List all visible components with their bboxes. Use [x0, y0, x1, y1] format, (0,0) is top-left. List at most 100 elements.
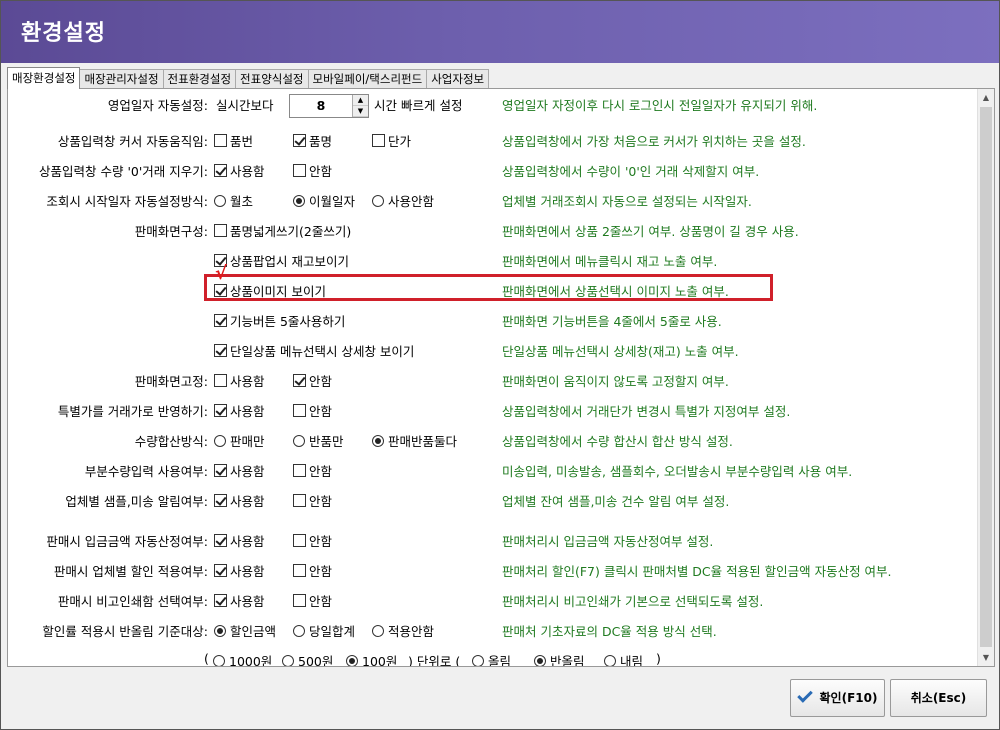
option-detail-window[interactable]: 단일상품 메뉴선택시 상세창 보이기 — [214, 341, 414, 360]
scroll-up-icon[interactable]: ▲ — [978, 89, 994, 106]
scroll-thumb[interactable] — [980, 107, 992, 647]
radio[interactable] — [214, 194, 226, 207]
checkbox[interactable] — [214, 164, 227, 177]
radio[interactable] — [293, 194, 305, 207]
radio-daily-total[interactable]: 당일합계 — [293, 621, 355, 640]
option-use[interactable]: 사용함 — [214, 161, 265, 180]
radio-discount-amount[interactable]: 할인금액 — [214, 621, 276, 640]
radio[interactable] — [534, 654, 546, 666]
row-remark-print: 판매시 비고인쇄함 선택여부: 사용함 안함 판매처리시 비고인쇄가 기본으로 … — [8, 589, 978, 609]
radio[interactable] — [293, 624, 305, 637]
vertical-scrollbar[interactable]: ▲ ▼ — [977, 89, 994, 666]
hours-stepper[interactable]: 8 ▲ ▼ — [289, 94, 369, 118]
checkbox[interactable] — [293, 594, 306, 607]
option-no-use[interactable]: 안함 — [293, 531, 332, 550]
radio[interactable] — [214, 434, 226, 447]
checkbox[interactable] — [293, 564, 306, 577]
tab-mobile-pay[interactable]: 모바일페이/택스리펀드 — [307, 69, 428, 89]
confirm-button[interactable]: 확인(F10) — [790, 679, 885, 717]
checkbox[interactable] — [293, 494, 306, 507]
checkbox[interactable] — [214, 224, 227, 237]
option-use[interactable]: 사용함 — [214, 491, 265, 510]
cancel-button[interactable]: 취소(Esc) — [890, 679, 987, 717]
checkbox[interactable] — [214, 494, 227, 507]
checkbox[interactable] — [293, 134, 306, 147]
spin-up-icon[interactable]: ▲ — [353, 95, 368, 106]
option-label: 100원 — [362, 654, 398, 667]
option-unit-price[interactable]: 단가 — [372, 131, 411, 150]
radio-round-down[interactable]: 내림 — [604, 651, 643, 666]
option-no-use[interactable]: 안함 — [293, 491, 332, 510]
radio-round-half[interactable]: 반올림 — [534, 651, 585, 666]
option-use[interactable]: 사용함 — [214, 531, 265, 550]
checkbox[interactable] — [293, 464, 306, 477]
radio-round-up[interactable]: 올림 — [472, 651, 511, 666]
radio-month-start[interactable]: 월초 — [214, 191, 253, 210]
checkbox[interactable] — [293, 404, 306, 417]
checkbox[interactable] — [214, 404, 227, 417]
radio-carryover-date[interactable]: 이월일자 — [293, 191, 355, 210]
spin-down-icon[interactable]: ▼ — [353, 106, 368, 117]
option-wide-name[interactable]: 품명넓게쓰기(2줄쓰기) — [214, 221, 351, 240]
option-item-name[interactable]: 품명 — [293, 131, 332, 150]
option-item-code[interactable]: 품번 — [214, 131, 253, 150]
radio-not-used[interactable]: 사용안함 — [372, 191, 434, 210]
radio[interactable] — [372, 194, 384, 207]
checkbox[interactable] — [293, 374, 306, 387]
option-no-use[interactable]: 안함 — [293, 371, 332, 390]
radio-not-applied[interactable]: 적용안함 — [372, 621, 434, 640]
checkbox[interactable] — [214, 374, 227, 387]
radio-returns-only[interactable]: 반품만 — [293, 431, 344, 450]
radio[interactable] — [604, 654, 616, 666]
checkbox[interactable] — [293, 164, 306, 177]
radio-both[interactable]: 판매반품둘다 — [372, 431, 457, 450]
option-label: 1000원 — [229, 654, 273, 667]
radio[interactable] — [372, 434, 384, 447]
row-description: 업체별 잔여 샘플,미송 건수 알림 여부 설정. — [502, 494, 730, 509]
radio-unit-500[interactable]: 500원 — [282, 651, 333, 666]
tab-bar: 매장환경설정 매장관리자설정 전표환경설정 전표양식설정 모바일페이/택스리펀드… — [7, 67, 490, 89]
option-label: 사용함 — [230, 534, 265, 549]
tab-store-settings[interactable]: 매장환경설정 — [7, 67, 81, 89]
check-icon — [796, 687, 813, 703]
checkbox[interactable] — [293, 534, 306, 547]
checkbox[interactable] — [214, 314, 227, 327]
radio[interactable] — [472, 654, 484, 666]
option-no-use[interactable]: 안함 — [293, 561, 332, 580]
radio-unit-100[interactable]: 100원 — [346, 651, 398, 667]
option-no-use[interactable]: 안함 — [293, 461, 332, 480]
option-label: 사용함 — [230, 404, 265, 419]
tab-business-info[interactable]: 사업자정보 — [426, 69, 490, 89]
option-use[interactable]: 사용함 — [214, 401, 265, 420]
radio-sales-only[interactable]: 판매만 — [214, 431, 265, 450]
radio[interactable] — [282, 654, 294, 666]
checkbox[interactable] — [214, 594, 227, 607]
option-popup-stock[interactable]: 상품팝업시 재고보이기 — [214, 251, 349, 270]
option-no-use[interactable]: 안함 — [293, 161, 332, 180]
radio[interactable] — [372, 624, 384, 637]
tab-slip-settings[interactable]: 전표환경설정 — [162, 69, 237, 89]
radio-unit-1000[interactable]: 1000원 — [213, 651, 273, 667]
checkbox[interactable] — [214, 464, 227, 477]
radio[interactable] — [214, 624, 226, 637]
radio[interactable] — [346, 654, 358, 666]
checkbox[interactable] — [214, 564, 227, 577]
checkbox[interactable] — [214, 134, 227, 147]
option-use[interactable]: 사용함 — [214, 371, 265, 390]
scroll-down-icon[interactable]: ▼ — [978, 649, 994, 666]
tab-slip-format[interactable]: 전표양식설정 — [235, 69, 309, 89]
radio[interactable] — [213, 654, 225, 666]
hours-value: 8 — [316, 98, 326, 113]
option-no-use[interactable]: 안함 — [293, 401, 332, 420]
option-use[interactable]: 사용함 — [214, 561, 265, 580]
option-no-use[interactable]: 안함 — [293, 591, 332, 610]
option-five-lines[interactable]: 기능버튼 5줄사용하기 — [214, 311, 345, 330]
checkbox[interactable] — [214, 534, 227, 547]
option-label: 품번 — [230, 134, 254, 149]
checkbox[interactable] — [372, 134, 385, 147]
checkbox[interactable] — [214, 344, 227, 357]
option-use[interactable]: 사용함 — [214, 461, 265, 480]
option-use[interactable]: 사용함 — [214, 591, 265, 610]
tab-store-admin[interactable]: 매장관리자설정 — [79, 69, 164, 89]
radio[interactable] — [293, 434, 305, 447]
